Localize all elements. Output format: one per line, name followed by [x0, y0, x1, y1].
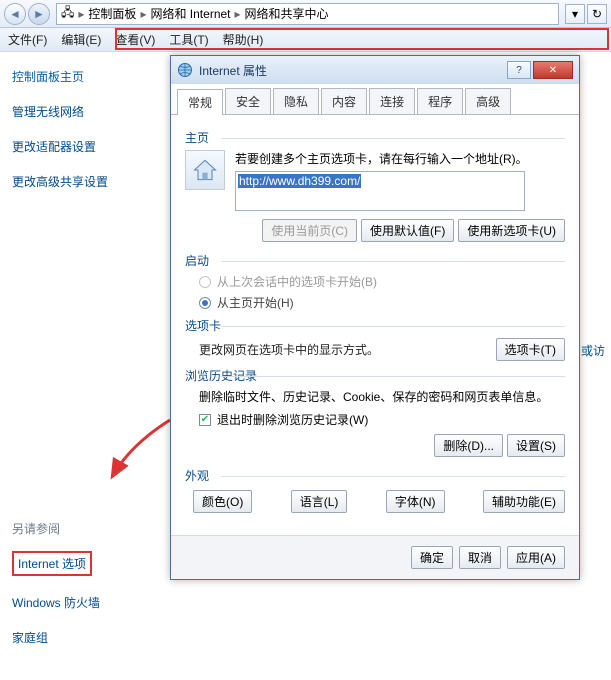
menu-tools[interactable]: 工具(T)	[169, 31, 208, 48]
accessibility-button[interactable]: 辅助功能(E)	[483, 490, 565, 513]
tab-content[interactable]: 内容	[321, 88, 367, 114]
homepage-desc: 若要创建多个主页选项卡，请在每行输入一个地址(R)。	[235, 150, 565, 167]
tab-privacy[interactable]: 隐私	[273, 88, 319, 114]
crumb-1[interactable]: 网络和 Internet	[150, 5, 230, 22]
sidebar-firewall[interactable]: Windows 防火墙	[12, 594, 138, 611]
group-tabs: 选项卡	[185, 317, 565, 334]
apply-button[interactable]: 应用(A)	[507, 546, 565, 569]
tabs-desc: 更改网页在选项卡中的显示方式。	[199, 341, 379, 358]
nav-back-button[interactable]: ◄	[4, 3, 26, 25]
sidebar: 控制面板主页 管理无线网络 更改适配器设置 更改高级共享设置 另请参阅 Inte…	[0, 52, 150, 680]
see-also-title: 另请参阅	[12, 520, 138, 537]
group-appearance: 外观	[185, 467, 565, 484]
menu-file[interactable]: 文件(F)	[8, 31, 47, 48]
tab-security[interactable]: 安全	[225, 88, 271, 114]
refresh-button[interactable]: ↻	[587, 4, 607, 24]
address-bar: ◄ ► 🖧 ▸ 控制面板 ▸ 网络和 Internet ▸ 网络和共享中心 ▾ …	[0, 0, 611, 28]
sidebar-homegroup[interactable]: 家庭组	[12, 629, 138, 646]
tab-programs[interactable]: 程序	[417, 88, 463, 114]
use-current-button: 使用当前页(C)	[262, 219, 357, 242]
menu-help[interactable]: 帮助(H)	[223, 31, 264, 48]
tab-connections[interactable]: 连接	[369, 88, 415, 114]
close-button[interactable]: ✕	[533, 61, 573, 79]
group-startup: 启动	[185, 252, 565, 269]
crumb-0[interactable]: 控制面板	[88, 5, 136, 22]
menu-edit[interactable]: 编辑(E)	[61, 31, 101, 48]
cancel-button[interactable]: 取消	[459, 546, 501, 569]
homepage-url-input[interactable]: http://www.dh399.com/	[235, 171, 525, 211]
home-icon	[185, 150, 225, 190]
globe-icon	[177, 62, 193, 78]
help-button[interactable]: ?	[507, 61, 531, 79]
network-icon: 🖧	[61, 3, 74, 24]
startup-radio-last[interactable]: 从上次会话中的选项卡开始(B)	[199, 273, 565, 290]
group-homepage: 主页	[185, 129, 565, 146]
sidebar-link-1[interactable]: 更改适配器设置	[12, 138, 138, 155]
sidebar-link-2[interactable]: 更改高级共享设置	[12, 173, 138, 190]
dialog-title: Internet 属性	[199, 62, 505, 79]
use-newtab-button[interactable]: 使用新选项卡(U)	[458, 219, 565, 242]
delete-on-exit-checkbox[interactable]: ✔ 退出时删除浏览历史记录(W)	[199, 411, 565, 428]
internet-properties-dialog: Internet 属性 ? ✕ 常规 安全 隐私 内容 连接 程序 高级 主页 …	[170, 55, 580, 580]
sidebar-home[interactable]: 控制面板主页	[12, 68, 138, 85]
group-history: 浏览历史记录	[185, 367, 565, 384]
right-strip-label[interactable]: 或访	[581, 344, 605, 358]
sidebar-internet-options[interactable]: Internet 选项	[12, 551, 92, 576]
dialog-titlebar[interactable]: Internet 属性 ? ✕	[171, 56, 579, 84]
tab-general[interactable]: 常规	[177, 89, 223, 115]
right-strip: 或访	[581, 52, 611, 359]
use-default-button[interactable]: 使用默认值(F)	[361, 219, 454, 242]
breadcrumb[interactable]: 🖧 ▸ 控制面板 ▸ 网络和 Internet ▸ 网络和共享中心	[56, 3, 559, 25]
nav-forward-button[interactable]: ►	[28, 3, 50, 25]
colors-button[interactable]: 颜色(O)	[193, 490, 252, 513]
tabs-button[interactable]: 选项卡(T)	[496, 338, 565, 361]
settings-button[interactable]: 设置(S)	[507, 434, 565, 457]
checkbox-icon: ✔	[199, 414, 211, 426]
menu-view[interactable]: 查看(V)	[115, 31, 155, 48]
fonts-button[interactable]: 字体(N)	[386, 490, 445, 513]
radio-icon	[199, 276, 211, 288]
dropdown-icon[interactable]: ▾	[565, 4, 585, 24]
history-desc: 删除临时文件、历史记录、Cookie、保存的密码和网页表单信息。	[199, 388, 565, 405]
delete-button[interactable]: 删除(D)...	[434, 434, 503, 457]
radio-icon	[199, 297, 211, 309]
ok-button[interactable]: 确定	[411, 546, 453, 569]
crumb-2[interactable]: 网络和共享中心	[245, 5, 329, 22]
language-button[interactable]: 语言(L)	[291, 490, 348, 513]
dialog-tabs: 常规 安全 隐私 内容 连接 程序 高级	[171, 84, 579, 115]
tab-advanced[interactable]: 高级	[465, 88, 511, 114]
menu-bar: 文件(F) 编辑(E) 查看(V) 工具(T) 帮助(H)	[0, 28, 611, 52]
dialog-body: 主页 若要创建多个主页选项卡，请在每行输入一个地址(R)。 http://www…	[171, 115, 579, 535]
sidebar-link-0[interactable]: 管理无线网络	[12, 103, 138, 120]
dialog-footer: 确定 取消 应用(A)	[171, 535, 579, 579]
startup-radio-home[interactable]: 从主页开始(H)	[199, 294, 565, 311]
